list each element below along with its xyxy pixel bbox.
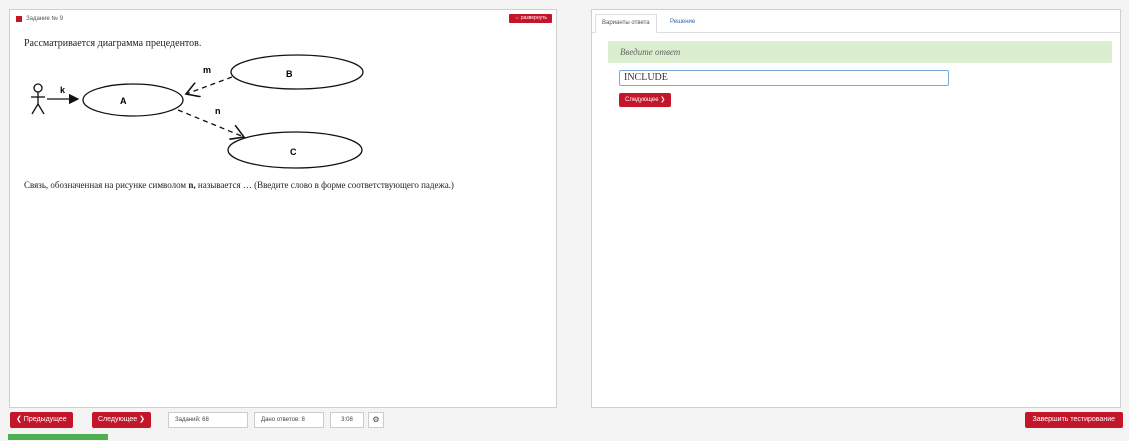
use-case-diagram: k A B C m n (31, 54, 364, 169)
answered-questions-bar[interactable] (8, 434, 108, 440)
tab-solution[interactable]: Решение (664, 14, 701, 31)
label-a: A (120, 96, 127, 106)
timer: 3:08 (330, 412, 364, 428)
question-symbol: n, (188, 180, 196, 190)
label-k: k (60, 85, 66, 95)
expand-button[interactable]: ⇔ развернуть (509, 14, 552, 23)
label-n: n (215, 106, 221, 116)
answers-count: Дано ответов: 8 (254, 412, 324, 428)
tab-answers[interactable]: Варианты ответа (595, 14, 657, 33)
settings-icon[interactable]: ⚙ (368, 412, 384, 428)
relation-line-m (186, 76, 233, 94)
use-case-a (82, 83, 184, 117)
answer-tabs: Варианты ответа Решение (592, 10, 1120, 33)
task-header: Задание № 9 (16, 16, 63, 22)
submit-next-button[interactable]: Следующее ❯ (619, 93, 672, 107)
task-marker-icon (16, 16, 22, 22)
task-title: Задание № 9 (26, 16, 63, 22)
question-panel: Задание № 9 ⇔ развернуть Рассматривается… (9, 9, 557, 408)
question-pre: Связь, обозначенная на рисунке символом (24, 180, 189, 190)
relation-line-n (177, 109, 244, 137)
label-m: m (203, 65, 211, 75)
next-button[interactable]: Следующее ❯ (92, 412, 151, 428)
answer-prompt-banner: Введите ответ (608, 41, 1112, 63)
answer-panel: Варианты ответа Решение Введите ответ IN… (591, 9, 1121, 408)
tasks-count: Заданий: 68 (168, 412, 248, 428)
answer-input[interactable]: INCLUDE (619, 70, 949, 86)
question-intro: Рассматривается диаграмма прецедентов. (24, 38, 202, 49)
use-case-b (230, 54, 364, 90)
question-post: называется … (Введите слово в форме соот… (195, 180, 454, 190)
actor-icon (31, 83, 45, 115)
label-c: C (290, 147, 297, 157)
finish-test-button[interactable]: Завершить тестирование (1024, 412, 1123, 428)
question-nav-strip[interactable] (8, 433, 108, 441)
label-b: B (286, 69, 293, 79)
question-text: Связь, обозначенная на рисунке символом … (24, 180, 454, 190)
previous-button[interactable]: ❮ Предыдущее (10, 412, 73, 428)
